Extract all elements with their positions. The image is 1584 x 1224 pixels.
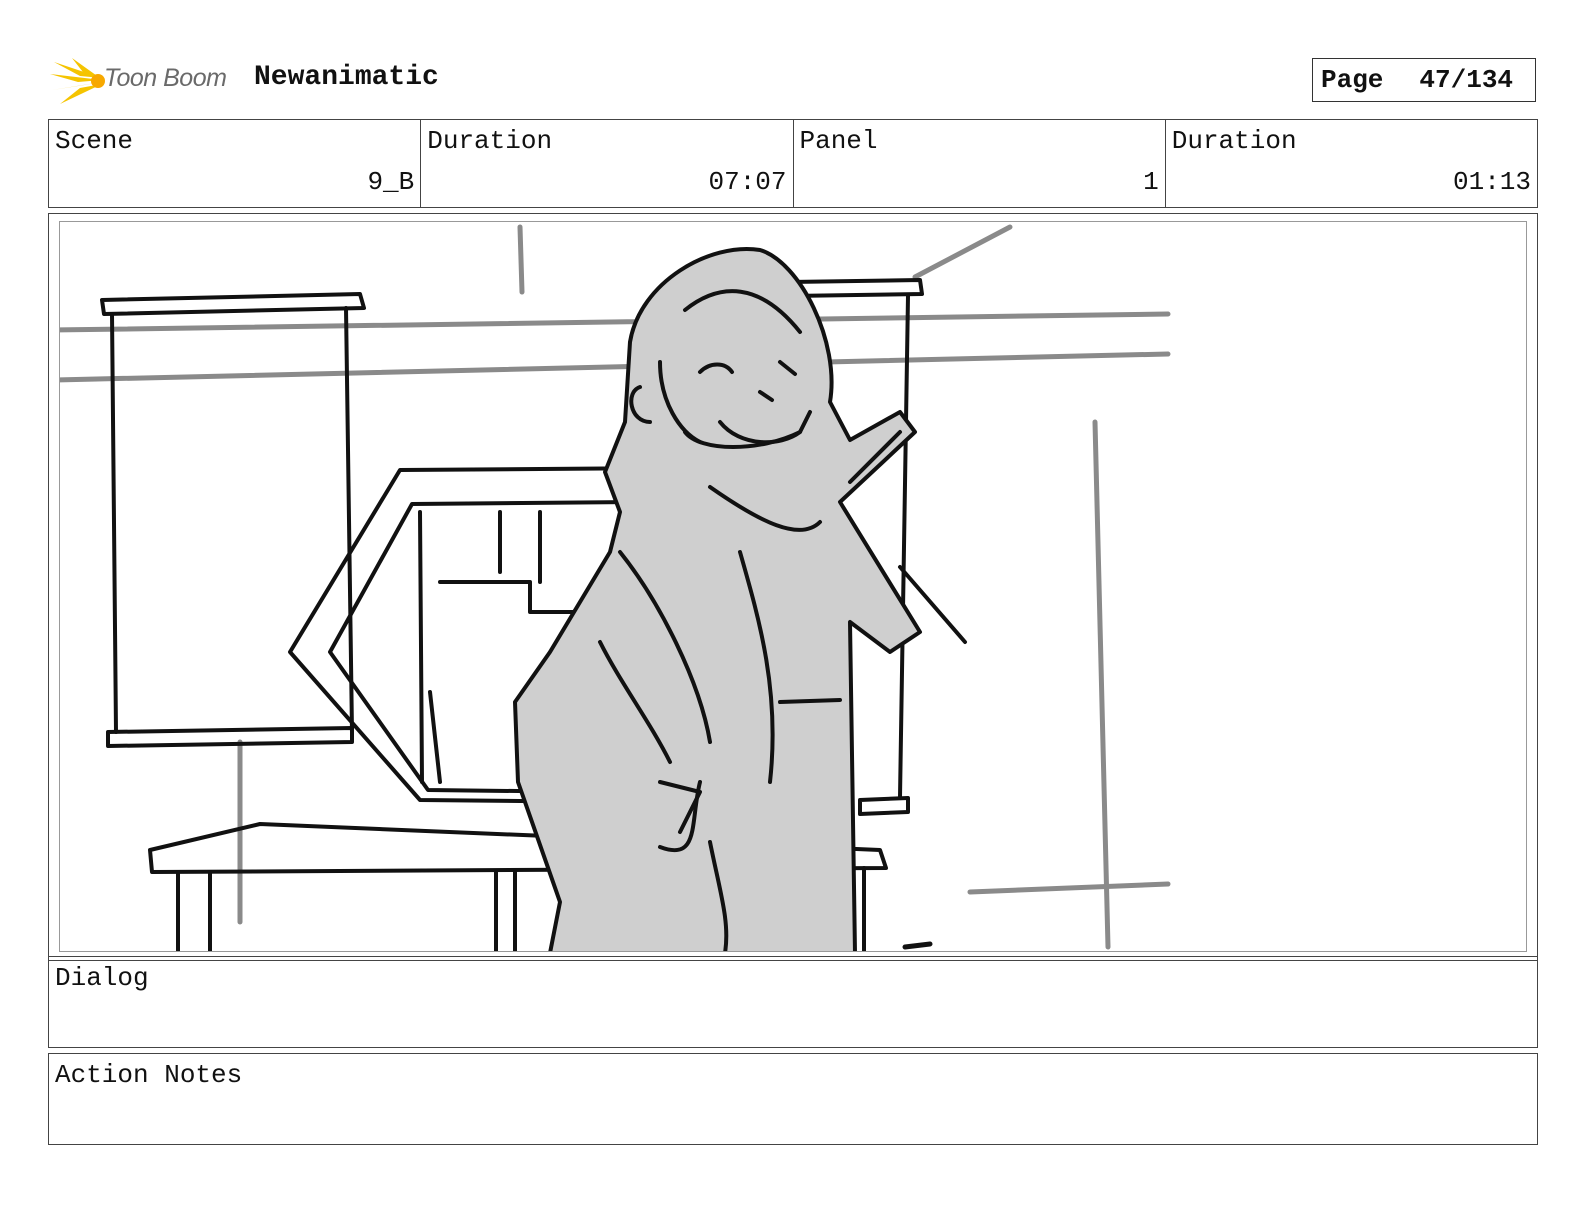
- panel-duration-cell: Duration 01:13: [1166, 120, 1537, 207]
- scene-duration-value: 07:07: [708, 167, 787, 197]
- scene-cell: Scene 9_B: [49, 120, 422, 207]
- panel-value: 1: [1143, 167, 1159, 197]
- panel-duration-label: Duration: [1171, 126, 1297, 156]
- panel-info-table: Scene 9_B Duration 07:07 Panel 1 Duratio…: [48, 119, 1538, 208]
- dialog-label: Dialog: [55, 963, 149, 993]
- page-indicator: Page 47/134: [1312, 58, 1536, 102]
- panel-cell: Panel 1: [794, 120, 1166, 207]
- sketch-drawing: [60, 224, 1171, 951]
- storyboard-sketch: [59, 221, 1527, 952]
- scene-label: Scene: [55, 126, 134, 156]
- logo-text: Toon Boom: [104, 64, 227, 92]
- scene-value: 9_B: [367, 167, 415, 197]
- page-number: 47/134: [1419, 65, 1514, 95]
- dialog-box: Dialog: [48, 956, 1538, 1048]
- scene-duration-cell: Duration 07:07: [421, 120, 794, 207]
- page-label: Page: [1321, 65, 1384, 95]
- action-notes-box: Action Notes: [48, 1053, 1538, 1145]
- panel-label: Panel: [799, 126, 878, 156]
- panel-duration-value: 01:13: [1452, 167, 1531, 197]
- logo-burst-icon: [50, 58, 105, 104]
- scene-duration-label: Duration: [427, 126, 553, 156]
- action-notes-label: Action Notes: [55, 1060, 243, 1090]
- project-title: Newanimatic: [254, 62, 439, 93]
- storyboard-panel-frame: [48, 213, 1538, 961]
